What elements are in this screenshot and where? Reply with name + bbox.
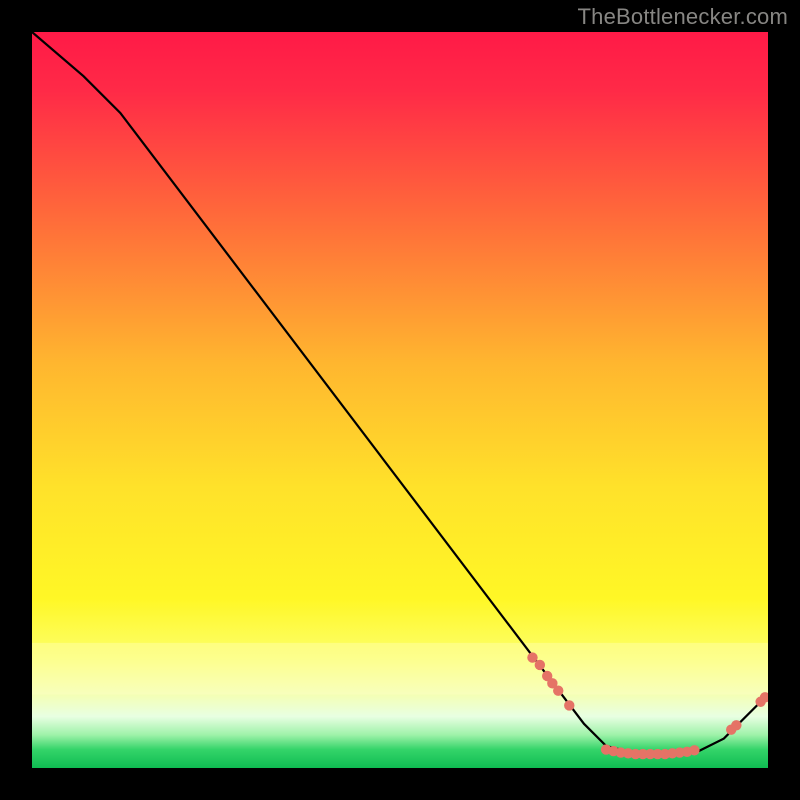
attribution-text: TheBottlenecker.com [578,4,788,30]
highlight-band [32,643,768,695]
plot-area [32,32,768,768]
data-marker [731,720,741,730]
data-marker [527,652,537,662]
chart-svg [32,32,768,768]
data-marker [564,700,574,710]
chart-frame: TheBottlenecker.com [0,0,800,800]
data-marker [689,745,699,755]
data-marker [553,686,563,696]
data-marker [535,660,545,670]
